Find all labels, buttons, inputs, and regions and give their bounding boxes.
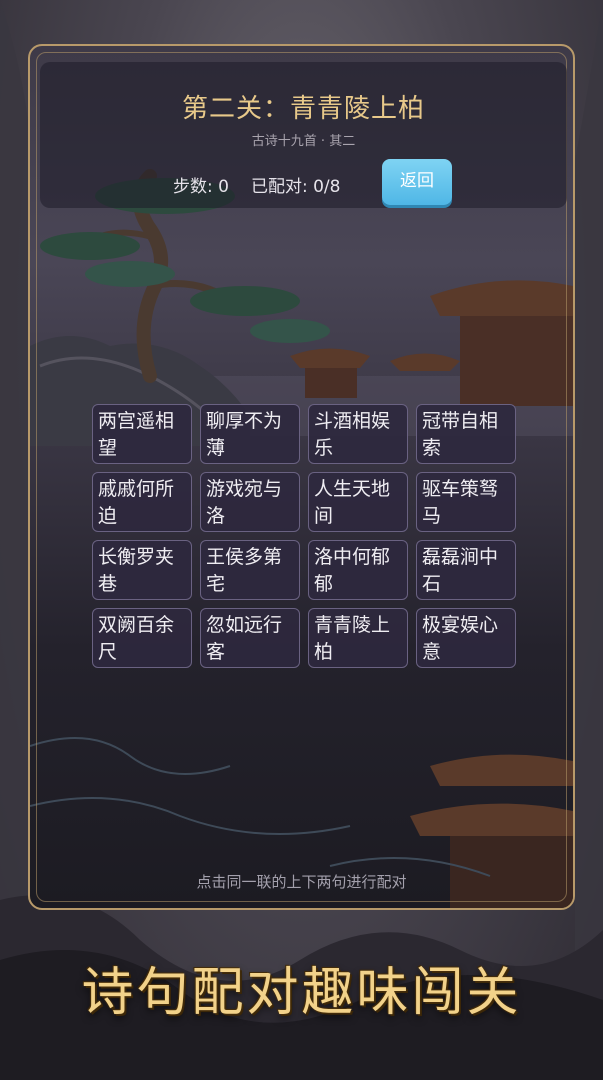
poem-card[interactable]: 斗酒相娱乐 [308, 404, 408, 464]
instruction-hint: 点击同一联的上下两句进行配对 [196, 873, 407, 891]
poem-card[interactable]: 冠带自相索 [416, 404, 516, 464]
card-grid: 两宫遥相望 聊厚不为薄 斗酒相娱乐 冠带自相索 戚戚何所迫 游戏宛与洛 人生天地… [92, 404, 516, 668]
poem-card[interactable]: 磊磊涧中石 [416, 540, 516, 600]
header-panel: 第二关：青青陵上柏 古诗十九首 · 其二 步数: 0 已配对: 0/8 返回 [40, 62, 567, 208]
back-button[interactable]: 返回 [382, 159, 452, 205]
poem-source: 古诗十九首 · 其二 [251, 134, 356, 149]
poem-card[interactable]: 青青陵上柏 [308, 608, 408, 668]
poem-card[interactable]: 王侯多第宅 [200, 540, 300, 600]
poem-card[interactable]: 聊厚不为薄 [200, 404, 300, 464]
stats-bar: 步数: 0 已配对: 0/8 [173, 172, 362, 197]
poem-card[interactable]: 长衡罗夹巷 [92, 540, 192, 600]
level-title: 第二关：青青陵上柏 [181, 94, 425, 124]
poem-card[interactable]: 忽如远行客 [200, 608, 300, 668]
poem-card[interactable]: 游戏宛与洛 [200, 472, 300, 532]
poem-card[interactable]: 驱车策驽马 [416, 472, 516, 532]
poem-card[interactable]: 人生天地间 [308, 472, 408, 532]
poem-card[interactable]: 极宴娱心意 [416, 608, 516, 668]
promo-banner: 诗句配对趣味闯关 [81, 963, 522, 1023]
poem-card[interactable]: 两宫遥相望 [92, 404, 192, 464]
steps-counter: 步数: 0 [173, 177, 229, 197]
poem-card[interactable]: 戚戚何所迫 [92, 472, 192, 532]
matched-counter: 已配对: 0/8 [250, 177, 341, 197]
poem-card[interactable]: 双阙百余尺 [92, 608, 192, 668]
game-frame: 第二关：青青陵上柏 古诗十九首 · 其二 步数: 0 已配对: 0/8 返回 两宫… [28, 44, 575, 910]
poem-card[interactable]: 洛中何郁郁 [308, 540, 408, 600]
